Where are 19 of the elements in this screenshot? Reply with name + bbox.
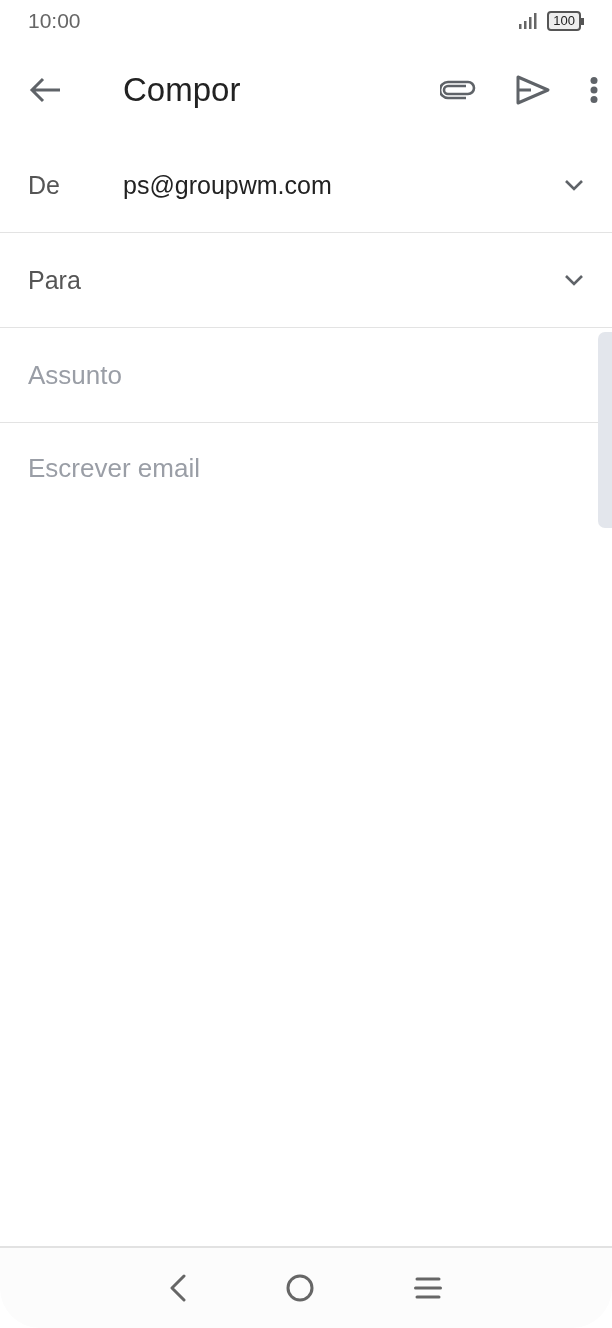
chevron-down-icon[interactable] bbox=[564, 179, 584, 191]
back-button[interactable] bbox=[28, 76, 62, 104]
subject-field[interactable]: Assunto bbox=[28, 359, 584, 391]
field-value[interactable]: ps@groupwm.com bbox=[123, 170, 564, 200]
scroll-handle[interactable] bbox=[598, 332, 612, 528]
screen-title: Compor bbox=[123, 71, 242, 109]
more-options-icon[interactable] bbox=[590, 77, 598, 103]
nav-back-icon[interactable] bbox=[170, 1274, 186, 1302]
field-label: Para bbox=[28, 265, 82, 295]
signal-icon bbox=[519, 13, 540, 29]
home-icon[interactable] bbox=[286, 1274, 314, 1302]
send-icon[interactable] bbox=[516, 75, 550, 105]
email-body-field[interactable]: Escrever email bbox=[28, 451, 568, 651]
status-time: 10:00 bbox=[28, 9, 81, 33]
menu-icon[interactable] bbox=[414, 1276, 442, 1300]
battery-icon: 100 bbox=[547, 11, 584, 31]
chevron-down-icon[interactable] bbox=[564, 274, 584, 286]
field-label: De bbox=[28, 170, 61, 200]
paperclip-icon[interactable] bbox=[440, 80, 476, 100]
